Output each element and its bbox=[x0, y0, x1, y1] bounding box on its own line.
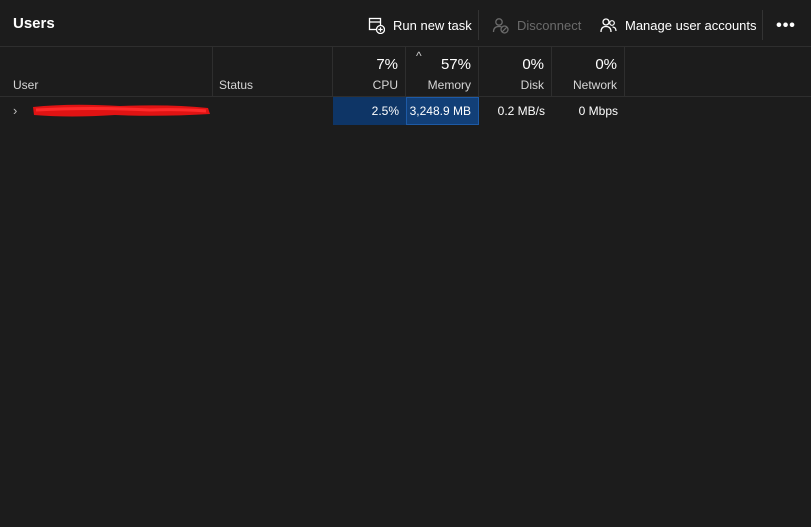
column-user[interactable]: User bbox=[0, 47, 213, 97]
column-memory-label: Memory bbox=[427, 78, 471, 92]
column-memory[interactable]: ^ 57% Memory bbox=[406, 47, 479, 97]
more-options-button[interactable]: ••• bbox=[770, 12, 802, 40]
column-cpu-label: CPU bbox=[372, 78, 398, 92]
chevron-right-icon[interactable]: › bbox=[13, 103, 17, 118]
disconnect-button[interactable]: Disconnect bbox=[486, 10, 587, 40]
column-disk-label: Disk bbox=[520, 78, 544, 92]
users-icon bbox=[600, 17, 617, 32]
disconnect-icon bbox=[492, 17, 509, 34]
row-disk-value: 0.2 MB/s bbox=[497, 104, 545, 118]
column-network-label: Network bbox=[572, 78, 617, 92]
column-status[interactable]: Status bbox=[213, 47, 333, 97]
column-network-percent: 0% bbox=[595, 56, 617, 73]
column-header: User Status 7% CPU ^ 57% Memory 0% Disk … bbox=[0, 47, 811, 97]
column-network[interactable]: 0% Network bbox=[552, 47, 625, 97]
run-task-icon bbox=[368, 17, 385, 34]
toolbar: Users Run new task Disconnect Manage use… bbox=[0, 0, 811, 47]
column-status-label: Status bbox=[219, 78, 254, 92]
column-disk-percent: 0% bbox=[522, 56, 544, 73]
toolbar-separator bbox=[478, 10, 479, 40]
toolbar-separator bbox=[762, 10, 763, 40]
column-cpu-percent: 7% bbox=[376, 56, 398, 73]
page-title: Users bbox=[13, 15, 55, 32]
run-new-task-label: Run new task bbox=[393, 17, 472, 33]
manage-user-accounts-button[interactable]: Manage user accounts bbox=[594, 10, 763, 40]
manage-user-accounts-label: Manage user accounts bbox=[625, 17, 757, 33]
row-cpu-value: 2.5% bbox=[333, 97, 406, 125]
column-disk[interactable]: 0% Disk bbox=[479, 47, 552, 97]
column-user-label: User bbox=[13, 78, 39, 92]
row-memory-value: 3,248.9 MB bbox=[406, 97, 479, 125]
redacted-username bbox=[33, 104, 210, 117]
sort-caret-icon: ^ bbox=[416, 49, 422, 63]
column-memory-percent: 57% bbox=[440, 56, 471, 73]
column-cpu[interactable]: 7% CPU bbox=[333, 47, 406, 97]
run-new-task-button[interactable]: Run new task bbox=[362, 10, 478, 40]
row-network-value: 0 Mbps bbox=[578, 104, 618, 118]
disconnect-label: Disconnect bbox=[517, 17, 582, 33]
